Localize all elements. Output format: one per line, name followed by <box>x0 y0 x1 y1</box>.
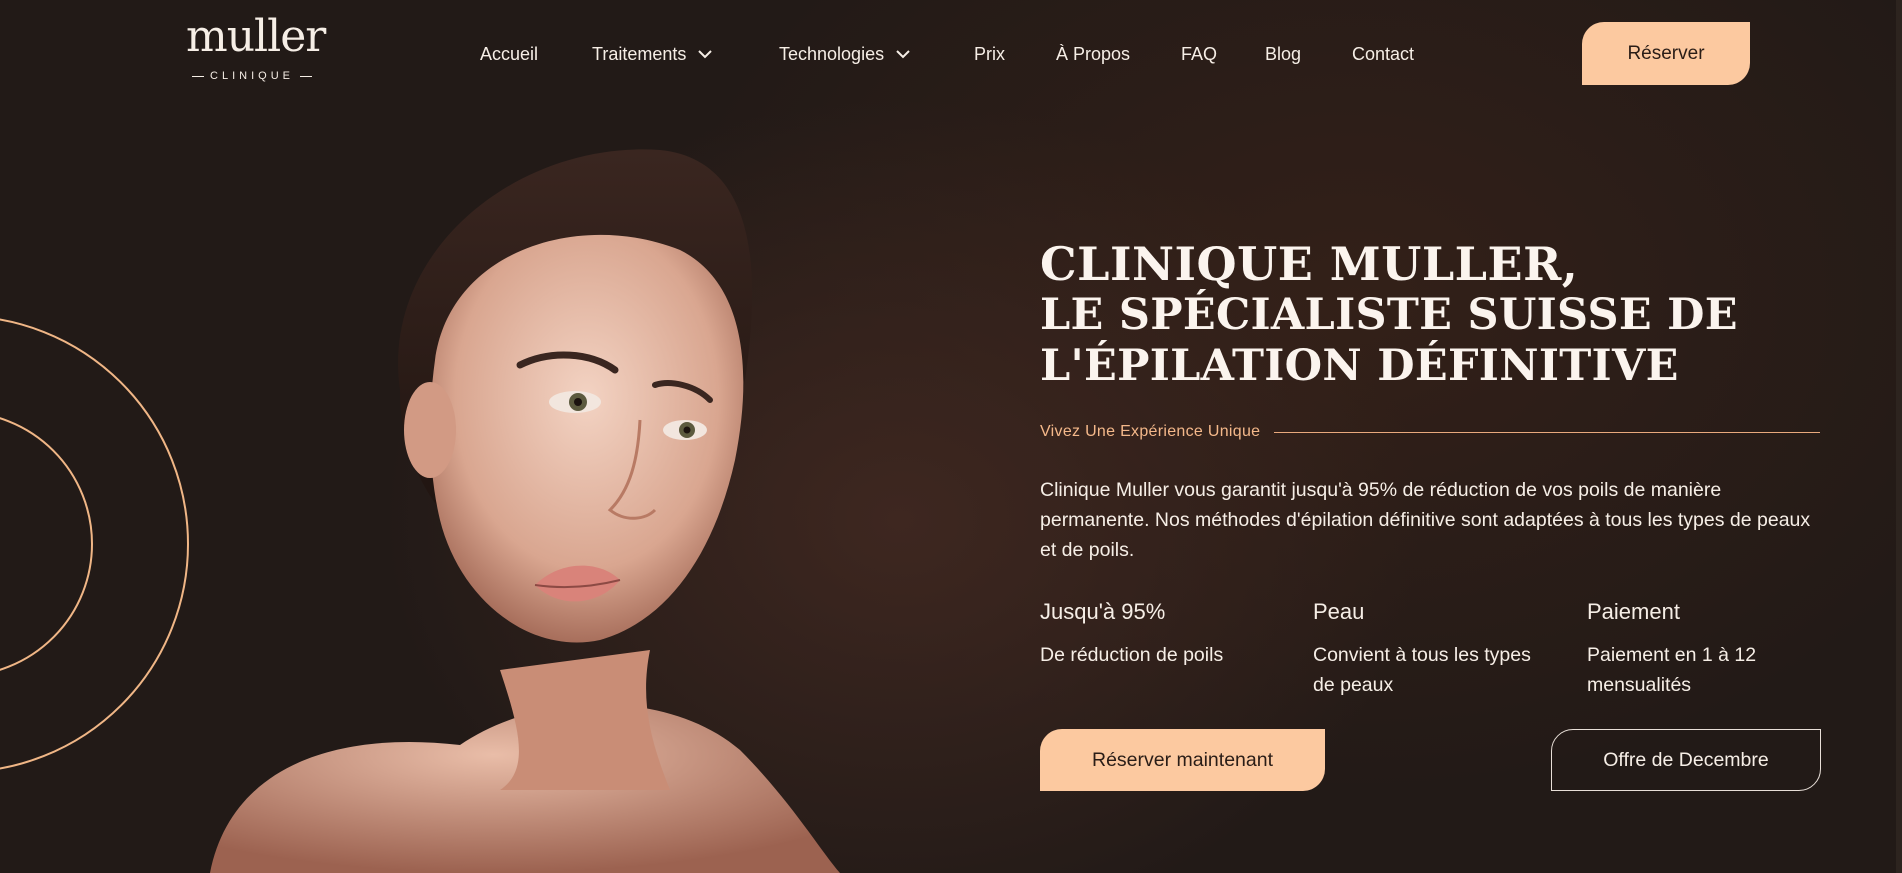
nav-item-label: Blog <box>1265 43 1302 64</box>
nav-item-label: Prix <box>974 43 1005 64</box>
nav-item-traitements[interactable]: Traitements <box>592 40 714 68</box>
nav-item-label: Traitements <box>592 43 687 64</box>
hero-description: Clinique Muller vous garantit jusqu'à 95… <box>1040 479 1811 561</box>
nav-item-label: Technologies <box>779 43 885 64</box>
feature-title: Paiement <box>1587 599 1680 624</box>
feature-reduction: Jusqu'à 95% De réduction de poils <box>1040 598 1280 670</box>
clinic-logo[interactable]: muller CLINIQUE <box>186 11 326 86</box>
feature-title: Jusqu'à 95% <box>1040 599 1166 624</box>
hero-portrait-image <box>200 130 960 873</box>
nav-item-prix[interactable]: Prix <box>974 40 1005 68</box>
hero-title-line-3: L'ÉPILATION DÉFINITIVE <box>1040 341 1679 391</box>
feature-text: Paiement en 1 à 12 mensualités <box>1587 644 1757 696</box>
hero-title: CLINIQUE MULLER, LE SPÉCIALISTE SUISSE D… <box>1040 238 1840 392</box>
nav-item-label: FAQ <box>1181 43 1218 64</box>
decorative-arcs <box>0 318 189 770</box>
logo-subtitle: CLINIQUE <box>186 70 318 82</box>
hero-title-line-2: LE SPÉCIALISTE SUISSE DE <box>1040 290 1738 340</box>
nav-item-faq[interactable]: FAQ <box>1181 40 1217 68</box>
nav-item-label: Contact <box>1352 43 1415 64</box>
reserve-now-button[interactable]: Réserver maintenant <box>1040 729 1325 791</box>
nav-item-contact[interactable]: Contact <box>1352 40 1414 68</box>
nav-item-label: Accueil <box>480 43 539 64</box>
feature-title: Peau <box>1313 599 1365 624</box>
nav-item-label: À Propos <box>1056 43 1131 64</box>
tagline-divider <box>1274 431 1820 433</box>
feature-text: De réduction de poils <box>1040 644 1224 666</box>
nav-item-technologies[interactable]: Technologies <box>779 40 912 68</box>
hero-title-line-1: CLINIQUE MULLER, <box>1040 237 1579 291</box>
logo-wordmark: muller <box>186 11 326 62</box>
tagline-row: Vivez Une Expérience Unique <box>1040 420 1820 444</box>
feature-skin: Peau Convient à tous les types de peaux <box>1313 598 1553 700</box>
page-scrollbar[interactable] <box>1896 0 1902 873</box>
chevron-down-icon <box>896 50 910 59</box>
chevron-down-icon <box>698 50 713 59</box>
logo-subtitle-text: CLINIQUE <box>210 70 294 82</box>
feature-text: Convient à tous les types de peaux <box>1313 644 1531 696</box>
december-offer-button[interactable]: Offre de Decembre <box>1551 729 1821 791</box>
tagline: Vivez Une Expérience Unique <box>1040 423 1261 440</box>
feature-payment: Paiement Paiement en 1 à 12 mensualités <box>1587 598 1827 700</box>
reserve-button[interactable]: Réserver <box>1582 22 1750 85</box>
nav-item-a-propos[interactable]: À Propos <box>1056 40 1130 68</box>
nav-item-accueil[interactable]: Accueil <box>480 40 538 68</box>
nav-item-blog[interactable]: Blog <box>1265 40 1301 68</box>
